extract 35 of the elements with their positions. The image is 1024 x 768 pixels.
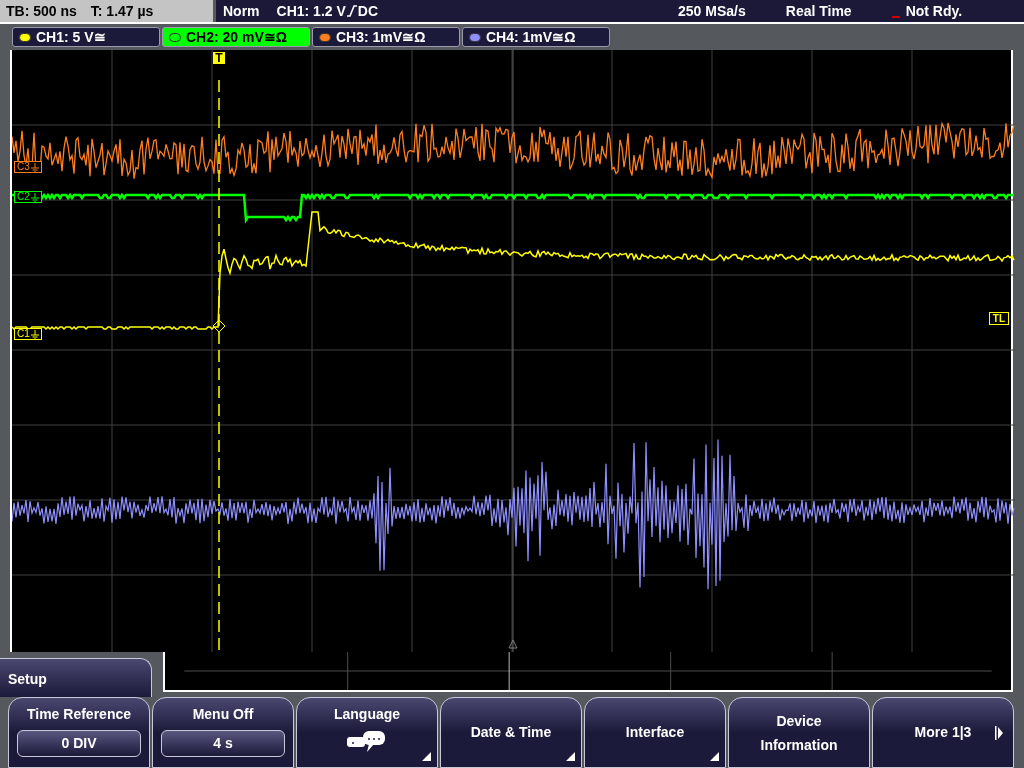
marker-label: C1 bbox=[17, 329, 30, 339]
softkey-label: Time Reference bbox=[27, 705, 131, 724]
trigger-level: CH1: 1.2 V bbox=[276, 1, 346, 21]
language-button[interactable]: Language bbox=[296, 697, 438, 768]
trigger-point-icon bbox=[212, 319, 226, 333]
value-button[interactable]: 4 s bbox=[161, 730, 285, 757]
speech-bubbles-icon bbox=[347, 731, 387, 753]
rising-edge-icon bbox=[346, 5, 357, 17]
submenu-button[interactable]: Date & Time bbox=[440, 697, 582, 768]
trigger-coupling: DC bbox=[357, 1, 379, 21]
channel-tab[interactable]: CH4: 1mV≅Ω bbox=[462, 27, 610, 47]
status-indicator-icon bbox=[891, 16, 900, 18]
value-button[interactable]: 0 DIV bbox=[17, 730, 141, 757]
submenu-button[interactable]: Interface bbox=[584, 697, 726, 768]
next-arrow-icon bbox=[995, 726, 1003, 740]
softkey-label: Menu Off bbox=[192, 705, 254, 724]
sample-rate: 250 MSa/s bbox=[678, 1, 746, 21]
trigger-time-readout: T: 1.47 µs bbox=[90, 1, 154, 21]
trigger-level-marker: TL bbox=[988, 312, 1009, 325]
corner-triangle-icon bbox=[710, 752, 719, 761]
channel-tab[interactable]: CH2: 20 mV≅Ω bbox=[162, 27, 310, 47]
channel-tab[interactable]: CH1: 5 V≅ bbox=[12, 27, 160, 47]
softkey-button[interactable]: Device Information bbox=[728, 697, 870, 768]
center-marker-icon bbox=[508, 639, 518, 649]
acquisition-status: Not Rdy. bbox=[905, 1, 963, 21]
channel-tab[interactable]: CH3: 1mV≅Ω bbox=[312, 27, 460, 47]
acquisition-mode: Real Time bbox=[785, 1, 852, 21]
more-button[interactable]: More 1|3 bbox=[872, 697, 1014, 768]
corner-triangle-icon bbox=[422, 752, 431, 761]
marker-label: C3 bbox=[17, 162, 30, 172]
trigger-marker: T bbox=[213, 52, 225, 64]
trigger-mode: Norm bbox=[223, 1, 260, 21]
corner-triangle-icon bbox=[566, 752, 575, 761]
timebase-readout: TB: 500 ns bbox=[6, 1, 77, 21]
marker-label: C2 bbox=[17, 192, 30, 202]
